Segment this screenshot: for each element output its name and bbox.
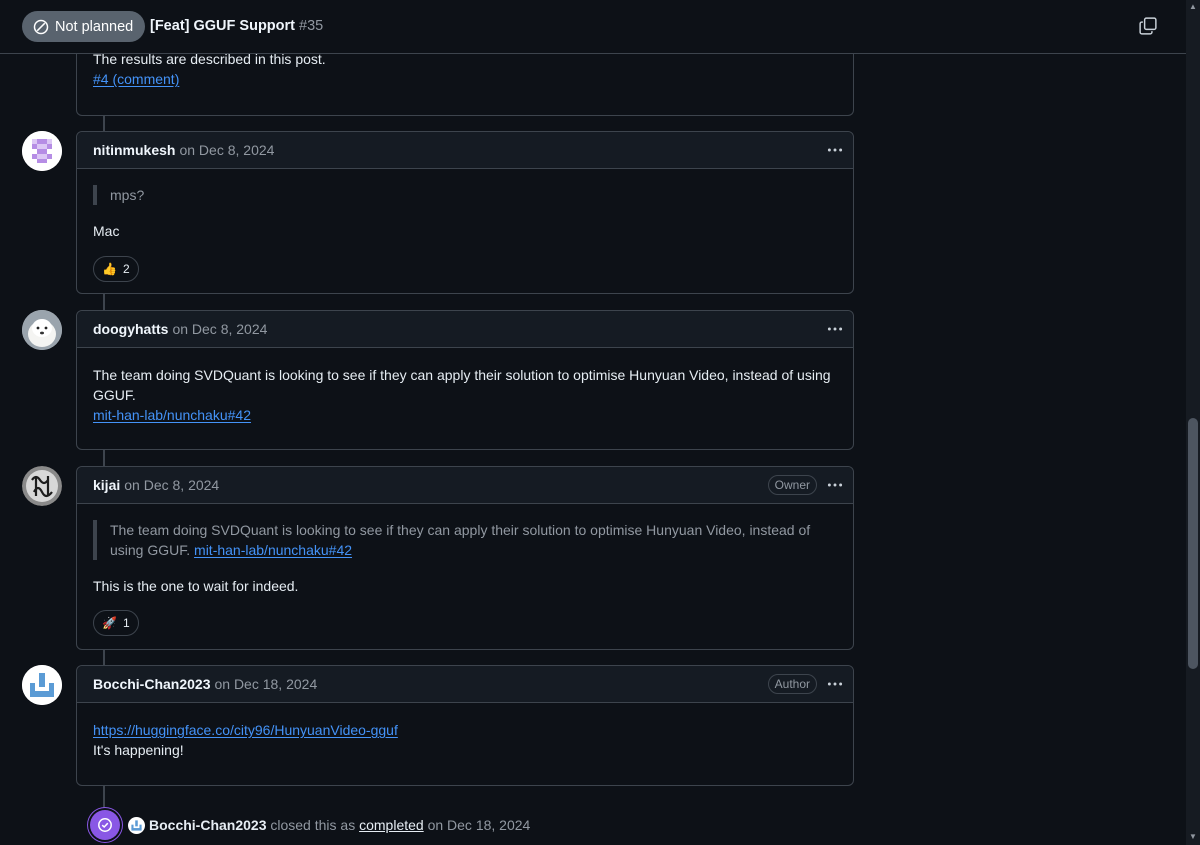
- reaction-thumbs-up[interactable]: 👍 2: [93, 256, 139, 282]
- comment-date[interactable]: on Dec 8, 2024: [172, 321, 267, 337]
- kebab-icon[interactable]: [826, 675, 844, 693]
- copy-icon[interactable]: [1139, 17, 1157, 35]
- avatar[interactable]: [22, 466, 62, 506]
- event-actor[interactable]: Bocchi-Chan2023: [149, 817, 266, 833]
- blockquote: mps?: [93, 185, 837, 205]
- closed-event: Bocchi-Chan2023 closed this as completed…: [90, 810, 530, 840]
- kebab-icon[interactable]: [826, 476, 844, 494]
- sticky-header: Not planned [Feat] GGUF Support #35: [0, 0, 1186, 54]
- kebab-icon[interactable]: [826, 320, 844, 338]
- comment-author[interactable]: kijai: [93, 477, 120, 493]
- comment-header: nitinmukesh on Dec 8, 2024: [77, 132, 853, 169]
- issue-link[interactable]: mit-han-lab/nunchaku#42: [93, 407, 251, 423]
- quote-issue-link[interactable]: mit-han-lab/nunchaku#42: [194, 542, 352, 558]
- event-state-link[interactable]: completed: [359, 817, 424, 833]
- comment-text: It's happening!: [93, 742, 184, 758]
- comment-card: kijai on Dec 8, 2024 Owner The team doin…: [76, 466, 854, 650]
- avatar[interactable]: [128, 816, 145, 834]
- state-badge: Not planned: [22, 11, 146, 42]
- quote-text: mps?: [110, 187, 145, 203]
- issue-title-text: [Feat] GGUF Support: [150, 18, 295, 34]
- event-date[interactable]: on Dec 18, 2024: [428, 817, 531, 833]
- comment-author[interactable]: Bocchi-Chan2023: [93, 676, 210, 692]
- comment-date[interactable]: on Dec 8, 2024: [124, 477, 219, 493]
- timeline-line: [103, 449, 105, 467]
- comment-card: nitinmukesh on Dec 8, 2024 mps? Mac 👍 2: [76, 131, 854, 294]
- scrollbar-thumb[interactable]: [1188, 418, 1198, 669]
- comment-card: Bocchi-Chan2023 on Dec 18, 2024 Author h…: [76, 665, 854, 786]
- comment-text: The team doing SVDQuant is looking to se…: [93, 367, 831, 403]
- avatar[interactable]: [22, 131, 62, 171]
- rocket-icon: 🚀: [102, 616, 117, 630]
- avatar[interactable]: [22, 665, 62, 705]
- comment-header: kijai on Dec 8, 2024 Owner: [77, 467, 853, 504]
- comment-author[interactable]: doogyhatts: [93, 321, 168, 337]
- reaction-count: 2: [122, 262, 130, 276]
- scroll-up-arrow-icon[interactable]: ▲: [1188, 2, 1198, 12]
- comment-date[interactable]: on Dec 18, 2024: [214, 676, 317, 692]
- scroll-down-arrow-icon[interactable]: ▼: [1188, 832, 1198, 842]
- check-circle-icon: [90, 810, 120, 840]
- timeline-line: [103, 785, 105, 810]
- comment-author[interactable]: nitinmukesh: [93, 142, 175, 158]
- state-label: Not planned: [55, 18, 134, 35]
- issue-title[interactable]: [Feat] GGUF Support #35: [150, 18, 323, 34]
- comment-header: doogyhatts on Dec 8, 2024: [77, 311, 853, 348]
- reaction-count: 1: [122, 616, 130, 630]
- owner-badge: Owner: [767, 475, 817, 495]
- comment-card: doogyhatts on Dec 8, 2024 The team doing…: [76, 310, 854, 450]
- issue-number: #35: [299, 18, 324, 34]
- huggingface-link[interactable]: https://huggingface.co/city96/HunyuanVid…: [93, 722, 398, 738]
- comment-header: Bocchi-Chan2023 on Dec 18, 2024 Author: [77, 666, 853, 703]
- comment-text: This is the one to wait for indeed.: [93, 578, 299, 594]
- comment-link[interactable]: #4 (comment): [93, 71, 179, 87]
- comment-date[interactable]: on Dec 8, 2024: [179, 142, 274, 158]
- blockquote: The team doing SVDQuant is looking to se…: [93, 520, 837, 560]
- timeline-line: [103, 114, 105, 132]
- skip-icon: [33, 19, 49, 34]
- avatar[interactable]: [22, 310, 62, 350]
- thumbs-up-icon: 👍: [102, 262, 117, 276]
- comment-text: Mac: [93, 223, 120, 239]
- kebab-icon[interactable]: [826, 141, 844, 159]
- reaction-rocket[interactable]: 🚀 1: [93, 610, 139, 636]
- event-action: closed this as: [270, 817, 356, 833]
- author-badge: Author: [767, 674, 817, 694]
